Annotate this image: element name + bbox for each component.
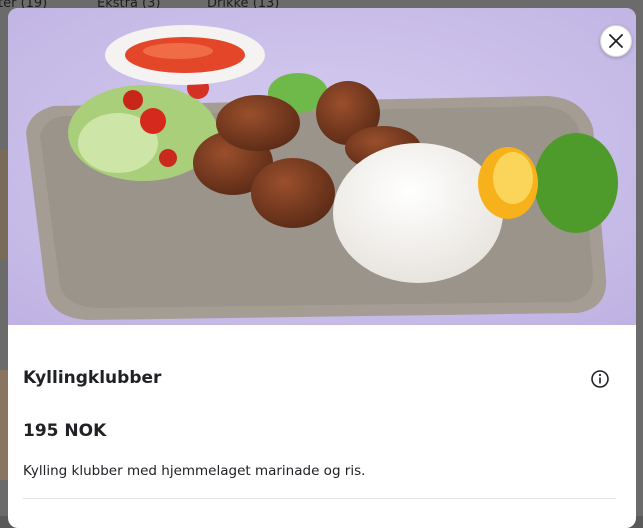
background-card-image (0, 150, 8, 260)
close-icon (609, 34, 623, 48)
product-photo (8, 8, 636, 325)
product-modal: Kyllingklubber 195 NOK Kylling klubber m… (8, 8, 636, 528)
product-price: 195 NOK (23, 421, 107, 441)
divider (23, 498, 616, 499)
product-title: Kyllingklubber (23, 368, 162, 388)
info-button[interactable] (590, 369, 610, 389)
product-description: Kylling klubber med hjemmelaget marinade… (23, 463, 366, 479)
background-card-image (0, 370, 8, 480)
close-button[interactable] (600, 25, 632, 57)
info-icon (591, 370, 609, 388)
product-image (8, 8, 636, 325)
